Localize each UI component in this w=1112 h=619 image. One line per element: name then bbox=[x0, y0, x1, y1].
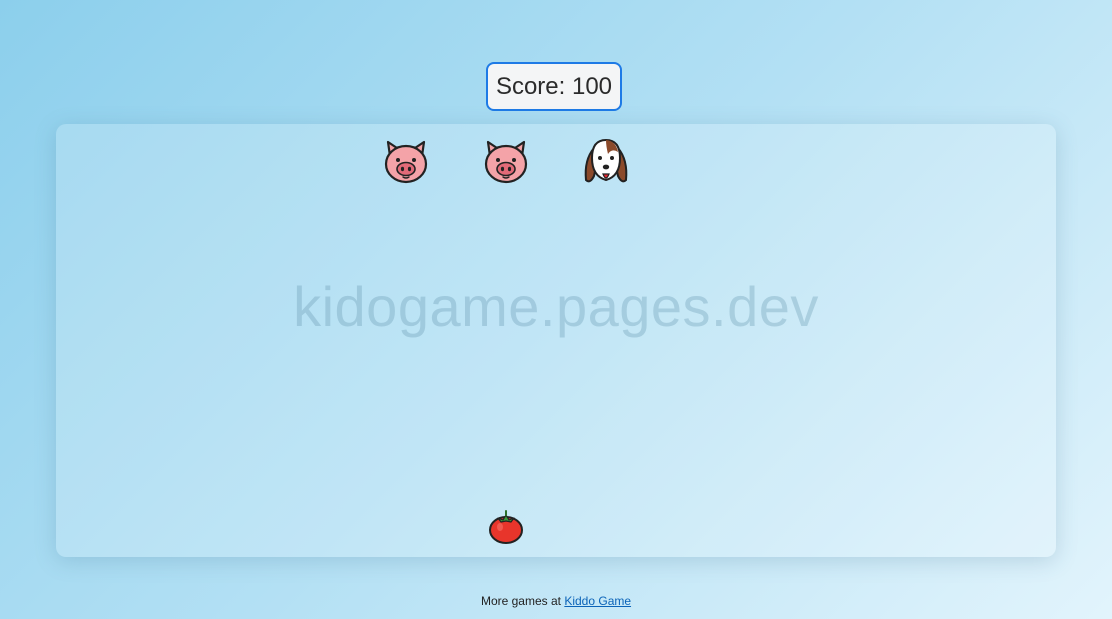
kiddo-game-link[interactable]: Kiddo Game bbox=[564, 594, 631, 608]
footer-prefix: More games at bbox=[480, 594, 565, 608]
score-label: Score: 100 bbox=[495, 72, 613, 100]
score-display: Score: 100 bbox=[486, 62, 622, 111]
pig-face-icon bbox=[384, 140, 428, 184]
enemy-dog bbox=[580, 136, 632, 188]
player-tomato[interactable] bbox=[487, 508, 525, 546]
footer: More games at Kiddo Game bbox=[0, 594, 1112, 608]
tomato-icon bbox=[489, 510, 523, 544]
enemy-pig-1 bbox=[380, 136, 432, 188]
pig-face-icon bbox=[484, 140, 528, 184]
watermark-text: kidogame.pages.dev bbox=[293, 275, 819, 338]
dog-face-icon bbox=[584, 138, 628, 183]
enemy-pig-2 bbox=[480, 136, 532, 188]
game-arena[interactable]: kidogame.pages.dev bbox=[56, 124, 1056, 557]
